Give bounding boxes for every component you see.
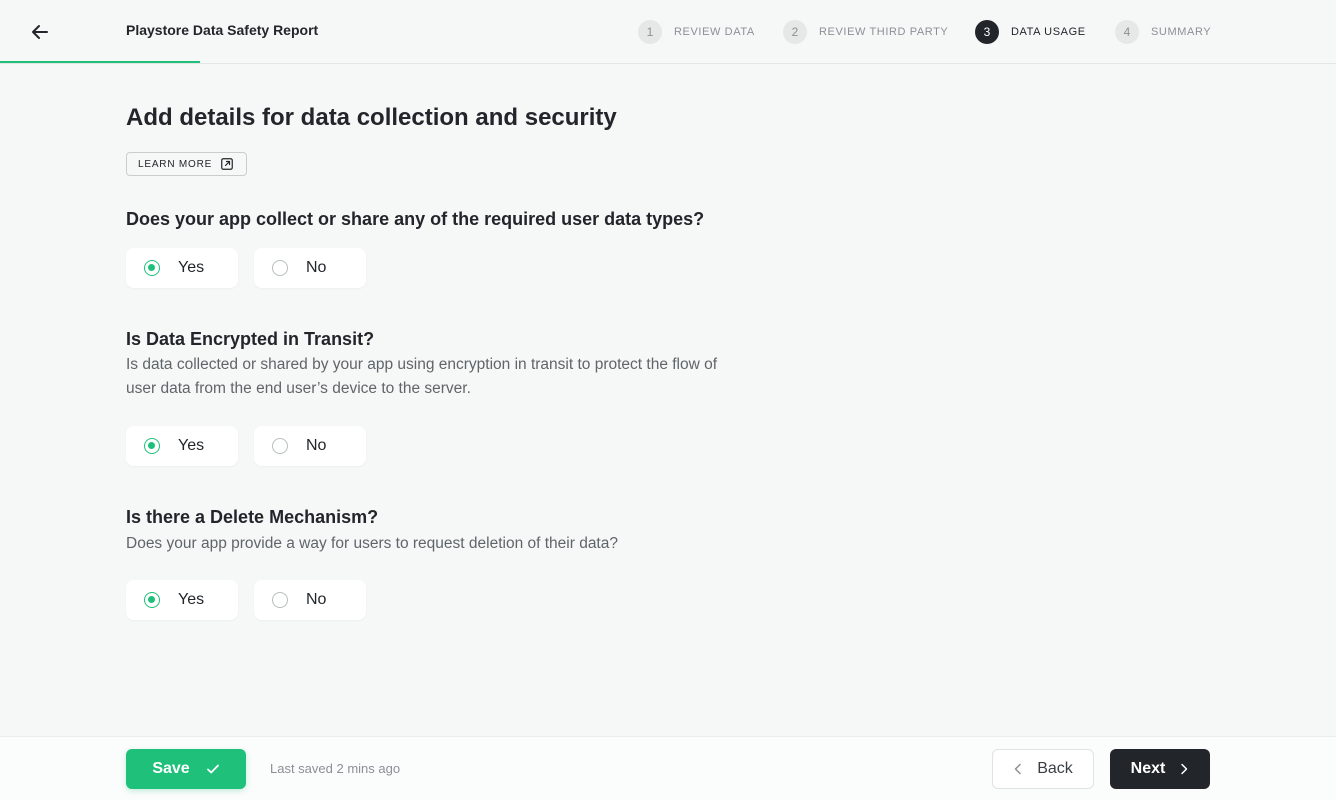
page-title: Add details for data collection and secu…: [126, 104, 617, 131]
step-number: 3: [975, 20, 999, 44]
next-label: Next: [1130, 760, 1166, 777]
step-label: SUMMARY: [1151, 26, 1212, 38]
step-data-usage[interactable]: 3 DATA USAGE: [975, 20, 1086, 44]
last-saved-status: Last saved 2 mins ago: [270, 761, 401, 776]
external-link-icon: [221, 158, 233, 170]
stepper: 1 REVIEW DATA 2 REVIEW THIRD PARTY 3 DAT…: [0, 20, 1336, 44]
question-encryption-title: Is Data Encrypted in Transit?: [126, 329, 375, 349]
step-label: REVIEW THIRD PARTY: [819, 26, 949, 38]
save-label: Save: [152, 760, 190, 777]
step-number: 4: [1115, 20, 1139, 44]
step-label: DATA USAGE: [1011, 26, 1086, 38]
delete-mechanism-yes-option[interactable]: Yes: [126, 580, 238, 620]
chevron-left-icon: [1014, 763, 1021, 775]
radio-checked-icon[interactable]: [144, 592, 160, 608]
back-button[interactable]: Back: [992, 749, 1094, 789]
next-button[interactable]: Next: [1110, 749, 1210, 789]
option-label: No: [306, 259, 327, 276]
option-label: No: [306, 437, 327, 454]
option-label: Yes: [178, 591, 205, 608]
step-number: 1: [638, 20, 662, 44]
radio-checked-icon[interactable]: [144, 438, 160, 454]
step-label: REVIEW DATA: [674, 26, 755, 38]
question-delete-mechanism-title: Is there a Delete Mechanism?: [126, 507, 379, 527]
option-label: Yes: [178, 259, 205, 276]
progress-indicator: [0, 61, 200, 63]
data-collection-no-option[interactable]: No: [254, 248, 366, 288]
option-label: No: [306, 591, 327, 608]
delete-mechanism-no-option[interactable]: No: [254, 580, 366, 620]
step-review-third-party[interactable]: 2 REVIEW THIRD PARTY: [783, 20, 948, 44]
option-label: Yes: [178, 437, 205, 454]
back-label: Back: [1037, 760, 1073, 777]
radio-checked-icon[interactable]: [144, 260, 160, 276]
learn-more-button[interactable]: LEARN MORE: [126, 152, 247, 176]
question-data-collection-title: Does your app collect or share any of th…: [126, 209, 705, 229]
step-number: 2: [783, 20, 807, 44]
save-button[interactable]: Save: [126, 749, 246, 789]
chevron-right-icon: [1181, 763, 1188, 775]
question-delete-mechanism-description: Does your app provide a way for users to…: [126, 535, 618, 552]
checkmark-icon: [206, 764, 219, 774]
data-collection-yes-option[interactable]: Yes: [126, 248, 238, 288]
header-bar: Playstore Data Safety Report 1 REVIEW DA…: [0, 0, 1336, 64]
radio-unchecked-icon[interactable]: [272, 438, 288, 454]
radio-unchecked-icon[interactable]: [272, 592, 288, 608]
learn-more-label: LEARN MORE: [138, 158, 213, 170]
step-summary[interactable]: 4 SUMMARY: [1115, 20, 1211, 44]
radio-unchecked-icon[interactable]: [272, 260, 288, 276]
question-encryption-description: Is data collected or shared by your app …: [126, 356, 718, 397]
encryption-yes-option[interactable]: Yes: [126, 426, 238, 466]
encryption-no-option[interactable]: No: [254, 426, 366, 466]
step-review-data[interactable]: 1 REVIEW DATA: [638, 20, 755, 44]
footer-bar: Save Last saved 2 mins ago Back Next: [0, 736, 1336, 800]
